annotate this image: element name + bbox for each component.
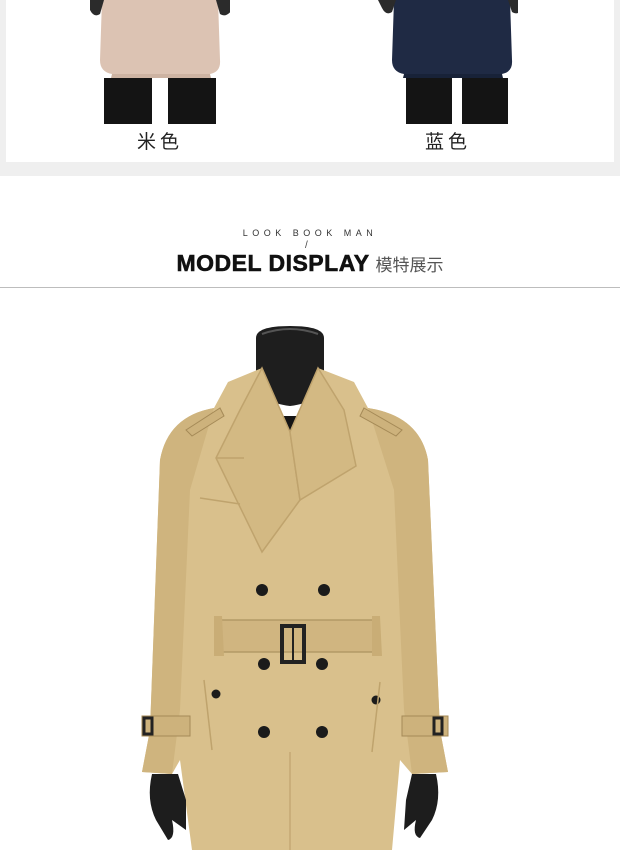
section-subtitle: LOOK BOOK MAN: [242, 228, 378, 238]
section-title: MODEL DISPLAY: [176, 250, 370, 277]
section-title-cn: 模特展示: [375, 256, 444, 276]
variant-label-navy: 蓝色: [424, 131, 471, 153]
color-variants-card: 米色 蓝色: [6, 0, 614, 162]
section-title-row: MODEL DISPLAY 模特展示: [0, 250, 620, 277]
navy-coat-image: [378, 0, 526, 130]
section-divider: [0, 287, 620, 288]
model-display-image: [0, 290, 620, 850]
beige-coat-image: [86, 0, 234, 130]
variant-label-beige: 米色: [136, 131, 183, 153]
color-variants-band: 米色 蓝色: [0, 0, 620, 176]
